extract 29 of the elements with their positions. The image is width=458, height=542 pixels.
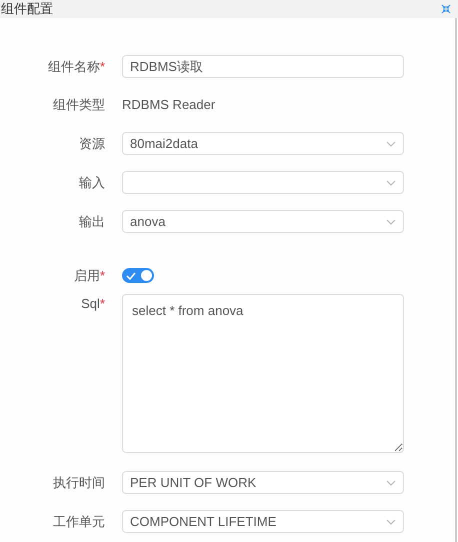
chevron-down-icon	[386, 140, 396, 146]
field-label: 输入	[79, 174, 105, 192]
field-label: 资源	[79, 134, 105, 153]
field-label: 启用	[74, 266, 100, 285]
field-label: 执行时间	[53, 474, 105, 492]
field-label: 组件类型	[53, 96, 105, 114]
chevron-down-icon	[386, 180, 396, 186]
field-value: RDBMS Reader	[122, 96, 216, 114]
field-label: 工作单元	[53, 512, 105, 531]
toggle-switch[interactable]	[122, 268, 154, 283]
select-field[interactable]: PER UNIT OF WORK	[122, 471, 404, 494]
sql-textarea[interactable]: select * from anova	[122, 294, 404, 453]
select-field[interactable]: anova	[122, 210, 404, 233]
select-field[interactable]: 80mai2data	[122, 132, 404, 155]
select-field[interactable]: COMPONENT LIFETIME	[122, 510, 404, 533]
required-mark: *	[100, 266, 105, 285]
chevron-down-icon	[386, 518, 396, 524]
select-field[interactable]	[122, 171, 404, 194]
text-input[interactable]: RDBMS读取	[122, 55, 404, 78]
chevron-down-icon	[386, 480, 396, 486]
collapse-icon[interactable]	[441, 4, 451, 14]
panel-title: 组件配置	[1, 0, 53, 18]
chevron-down-icon	[386, 218, 396, 224]
field-label: 组件名称	[48, 58, 100, 76]
field-label: 输出	[79, 212, 105, 231]
required-mark: *	[100, 58, 105, 76]
required-mark: *	[100, 295, 105, 313]
check-icon	[126, 272, 136, 280]
field-label: Sql	[81, 295, 100, 313]
